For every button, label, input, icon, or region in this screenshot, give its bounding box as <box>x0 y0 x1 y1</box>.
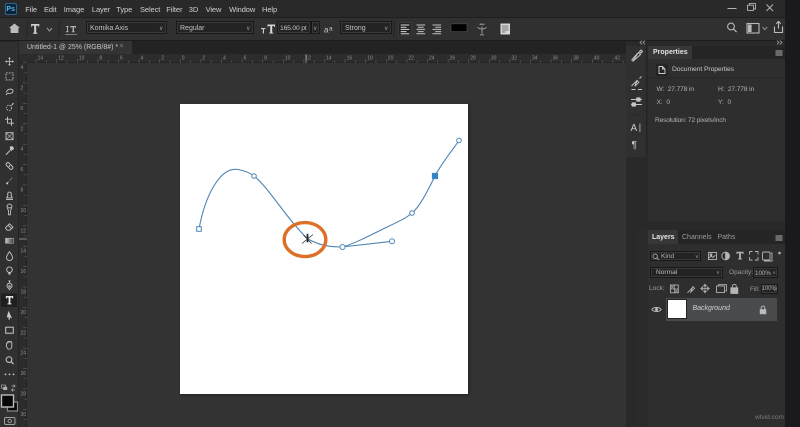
svg-text:¶: ¶ <box>632 139 638 151</box>
svg-text:A: A <box>631 123 638 134</box>
svg-text:|: | <box>639 122 641 132</box>
